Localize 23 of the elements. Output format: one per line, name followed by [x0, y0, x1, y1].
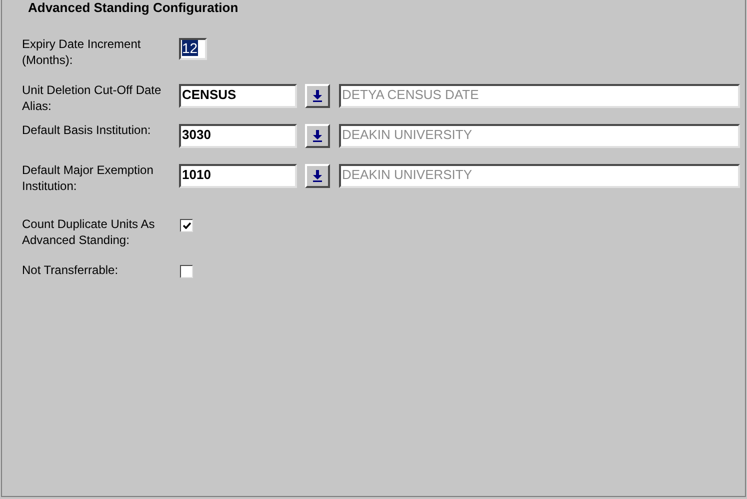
field-label: Count Duplicate Units As Advanced Standing: — [22, 216, 156, 248]
description-field: DETYA CENSUS DATE — [339, 84, 740, 108]
field-label: Default Major Exemption Institution: — [22, 162, 154, 194]
field-label: Not Transferrable: — [22, 262, 120, 278]
down-arrow-icon — [313, 130, 322, 142]
checkbox[interactable] — [180, 265, 193, 278]
lookup-button[interactable] — [305, 124, 330, 148]
description-field: DEAKIN UNIVERSITY — [339, 124, 740, 148]
code-field[interactable]: 1010 — [179, 164, 297, 188]
check-icon — [182, 222, 190, 229]
panel-title: Advanced Standing Configuration — [28, 0, 238, 15]
code-field[interactable]: CENSUS — [179, 84, 297, 108]
description-field: DEAKIN UNIVERSITY — [339, 164, 740, 188]
field-label: Unit Deletion Cut-Off Date Alias: — [22, 82, 162, 114]
lookup-button[interactable] — [305, 84, 330, 108]
down-arrow-icon — [313, 90, 322, 102]
number-field[interactable]: 12 — [179, 38, 207, 60]
down-arrow-icon — [313, 170, 322, 182]
checkbox[interactable] — [180, 219, 193, 232]
code-field[interactable]: 3030 — [179, 124, 297, 148]
field-label: Default Basis Institution: — [22, 122, 152, 138]
lookup-button[interactable] — [305, 164, 330, 188]
field-label: Expiry Date Increment (Months): — [22, 36, 142, 68]
